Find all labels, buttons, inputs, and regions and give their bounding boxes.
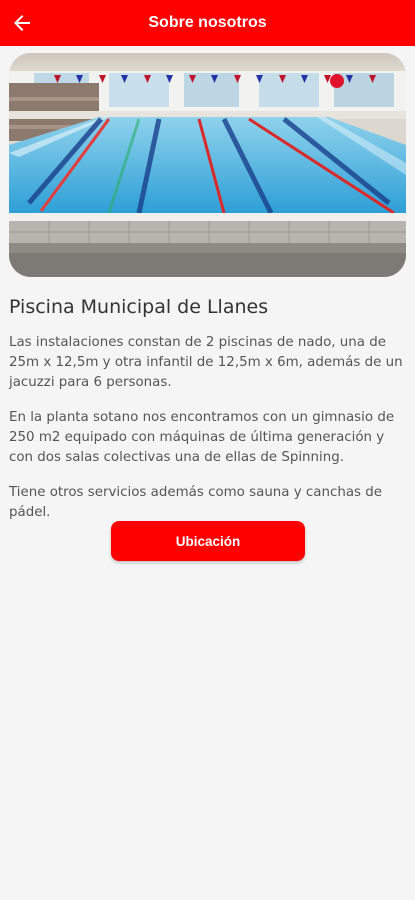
arrow-left-icon[interactable] (10, 11, 34, 35)
location-button[interactable]: Ubicación (111, 521, 305, 561)
description-facilities: Las instalaciones constan de 2 piscinas … (9, 335, 403, 390)
app-bar: Sobre nosotros (0, 0, 415, 46)
description-gym: En la planta sotano nos encontramos con … (9, 410, 395, 465)
page-title: Sobre nosotros (148, 14, 267, 31)
description-services: Tiene otros servicios además como sauna … (9, 485, 383, 520)
pool-name-heading: Piscina Municipal de Llanes (9, 296, 269, 318)
pool-photo (9, 53, 406, 277)
